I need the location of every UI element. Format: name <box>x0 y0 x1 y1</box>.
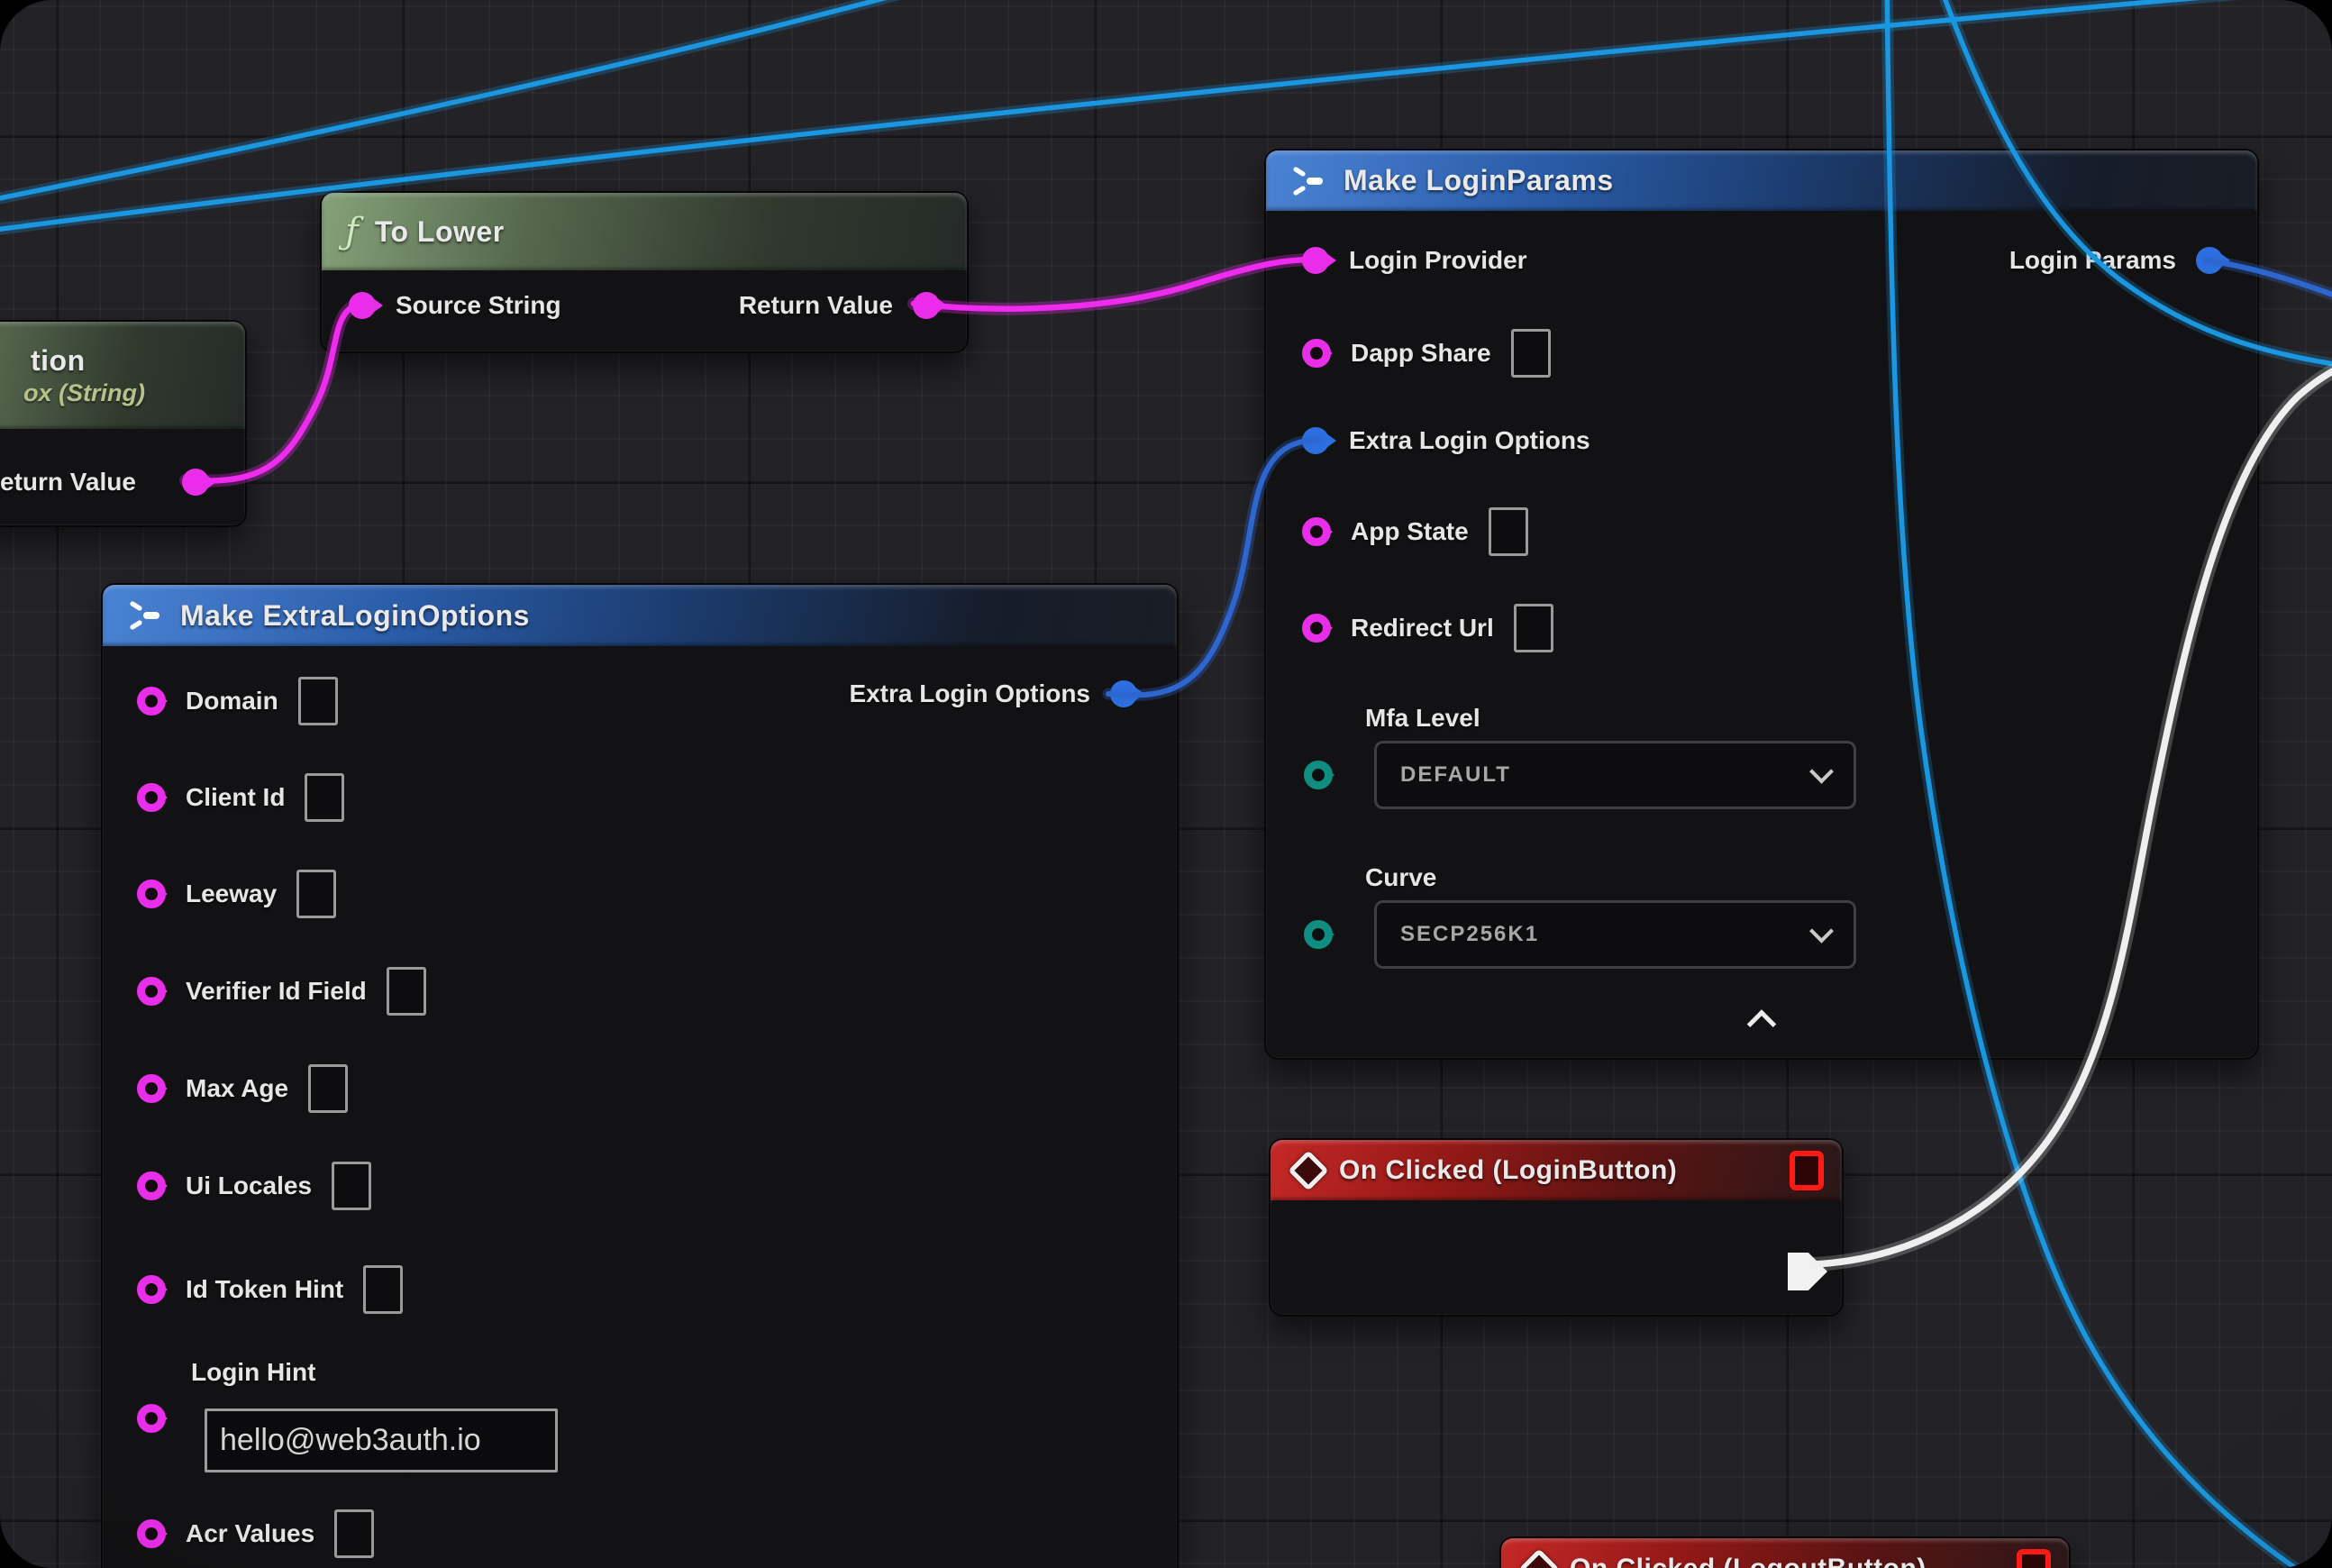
login-hint-pin[interactable] <box>137 1404 166 1433</box>
max-age-checkbox[interactable] <box>308 1064 348 1113</box>
ui-locales-pin[interactable] <box>137 1171 166 1200</box>
node-title: tion <box>31 344 86 378</box>
pin-row-login-hint <box>137 1393 166 1444</box>
leeway-pin[interactable] <box>137 880 166 908</box>
acr-values-pin[interactable] <box>137 1519 166 1548</box>
bound-event-icon <box>2017 1549 2051 1568</box>
node-make-login-params-header[interactable]: Make LoginParams <box>1266 150 2257 211</box>
app-state-checkbox[interactable] <box>1489 507 1528 556</box>
pin-row-app-state: App State <box>1302 506 1528 557</box>
pin-row-mfa-level <box>1304 750 1333 800</box>
node-title: To Lower <box>375 215 505 249</box>
return-value-pin-label: Return Value <box>739 291 893 320</box>
pin-row-id-token-hint: Id Token Hint <box>137 1264 403 1315</box>
pin-row-extra-login-options: Extra Login Options <box>1302 415 1590 466</box>
pin-row-client-id: Client Id <box>137 772 344 823</box>
ui-locales-checkbox[interactable] <box>332 1162 371 1210</box>
node-title: On Clicked (LoginButton) <box>1339 1155 1677 1186</box>
pin-row-dapp-share: Dapp Share <box>1302 328 1551 378</box>
id-token-hint-pin[interactable] <box>137 1275 166 1304</box>
event-diamond-icon <box>1288 1150 1328 1190</box>
node-text-box-getter-header[interactable]: tion ox (String) <box>0 322 245 429</box>
pin-row-ui-locales: Ui Locales <box>137 1161 371 1211</box>
node-to-lower[interactable]: ƒ To Lower Source String Return Value <box>320 191 969 353</box>
pin-row-leeway: Leeway <box>137 869 336 919</box>
mfa-level-dropdown[interactable]: DEFAULT <box>1374 741 1856 809</box>
domain-pin[interactable] <box>137 687 166 716</box>
chevron-up-icon <box>1747 1009 1777 1039</box>
mfa-level-pin[interactable] <box>1304 761 1333 789</box>
node-make-extra-login-options-header[interactable]: Make ExtraLoginOptions <box>103 585 1177 646</box>
node-make-extra-login-options[interactable]: Make ExtraLoginOptions Extra Login Optio… <box>101 583 1179 1568</box>
redirect-url-checkbox[interactable] <box>1514 604 1553 652</box>
blueprint-editor: tion ox (String) eturn Value ƒ To Lower … <box>0 0 2332 1568</box>
pin-row-verifier-id-field: Verifier Id Field <box>137 966 426 1016</box>
verifier-id-field-checkbox[interactable] <box>387 967 426 1016</box>
pin-row-acr-values: Acr Values <box>137 1509 374 1559</box>
wire-blue-diagonal-steep[interactable] <box>0 0 1009 209</box>
login-hint-label: Login Hint <box>191 1358 315 1387</box>
node-to-lower-header[interactable]: ƒ To Lower <box>322 193 967 270</box>
node-text-box-getter[interactable]: tion ox (String) eturn Value <box>0 320 247 527</box>
dapp-share-pin[interactable] <box>1302 339 1331 368</box>
make-struct-icon <box>1289 165 1327 197</box>
pin-row-domain: Domain <box>137 676 338 726</box>
node-title: Make LoginParams <box>1344 164 1614 197</box>
function-icon: ƒ <box>345 214 359 250</box>
login-hint-input[interactable] <box>205 1408 558 1472</box>
chevron-down-icon <box>1809 918 1834 943</box>
node-on-clicked-logout-button[interactable]: On Clicked (LogoutButton) <box>1499 1536 2071 1568</box>
node-make-login-params[interactable]: Make LoginParams Login Provider Login Pa… <box>1264 149 2259 1060</box>
collapse-node-button[interactable] <box>1752 1014 1772 1035</box>
extra-login-options-out-label: Extra Login Options <box>849 679 1090 708</box>
make-struct-icon <box>126 599 164 632</box>
blueprint-graph-canvas[interactable]: tion ox (String) eturn Value ƒ To Lower … <box>0 0 2332 1568</box>
node-on-clicked-login-button[interactable]: On Clicked (LoginButton) <box>1269 1138 1844 1317</box>
curve-dropdown[interactable]: SECP256K1 <box>1374 900 1856 969</box>
event-diamond-icon <box>1518 1548 1559 1568</box>
bound-event-icon <box>1790 1151 1824 1190</box>
pin-row-exec-out <box>1788 1246 1827 1297</box>
client-id-checkbox[interactable] <box>305 773 344 822</box>
verifier-id-field-pin[interactable] <box>137 977 166 1006</box>
node-title: Make ExtraLoginOptions <box>180 599 530 633</box>
pin-row-redirect-url: Redirect Url <box>1302 603 1553 653</box>
node-subtitle: ox (String) <box>23 379 145 407</box>
wire-blue-diagonal-steep[interactable] <box>0 0 1009 209</box>
app-state-pin[interactable] <box>1302 517 1331 546</box>
client-id-pin[interactable] <box>137 783 166 812</box>
acr-values-checkbox[interactable] <box>334 1509 374 1558</box>
chevron-down-icon <box>1809 759 1834 783</box>
curve-pin[interactable] <box>1304 920 1333 949</box>
node-title: On Clicked (LogoutButton) <box>1570 1554 1927 1568</box>
return-value-pin-label: eturn Value <box>0 468 136 497</box>
domain-checkbox[interactable] <box>298 677 338 725</box>
leeway-checkbox[interactable] <box>296 870 336 918</box>
curve-label: Curve <box>1365 863 1436 892</box>
id-token-hint-checkbox[interactable] <box>363 1265 403 1314</box>
node-on-clicked-login-button-header[interactable]: On Clicked (LoginButton) <box>1271 1140 1842 1200</box>
redirect-url-pin[interactable] <box>1302 614 1331 643</box>
node-on-clicked-logout-button-header[interactable]: On Clicked (LogoutButton) <box>1501 1538 2069 1568</box>
pin-row-curve <box>1304 909 1333 960</box>
wire-to-lower-to-login-provider[interactable] <box>914 260 1314 309</box>
source-string-pin-label: Source String <box>396 291 561 320</box>
max-age-pin[interactable] <box>137 1074 166 1103</box>
pin-row-max-age: Max Age <box>137 1063 348 1114</box>
dapp-share-checkbox[interactable] <box>1511 329 1551 378</box>
pin-row-login-provider: Login Provider <box>1302 235 1527 286</box>
mfa-level-label: Mfa Level <box>1365 704 1480 733</box>
